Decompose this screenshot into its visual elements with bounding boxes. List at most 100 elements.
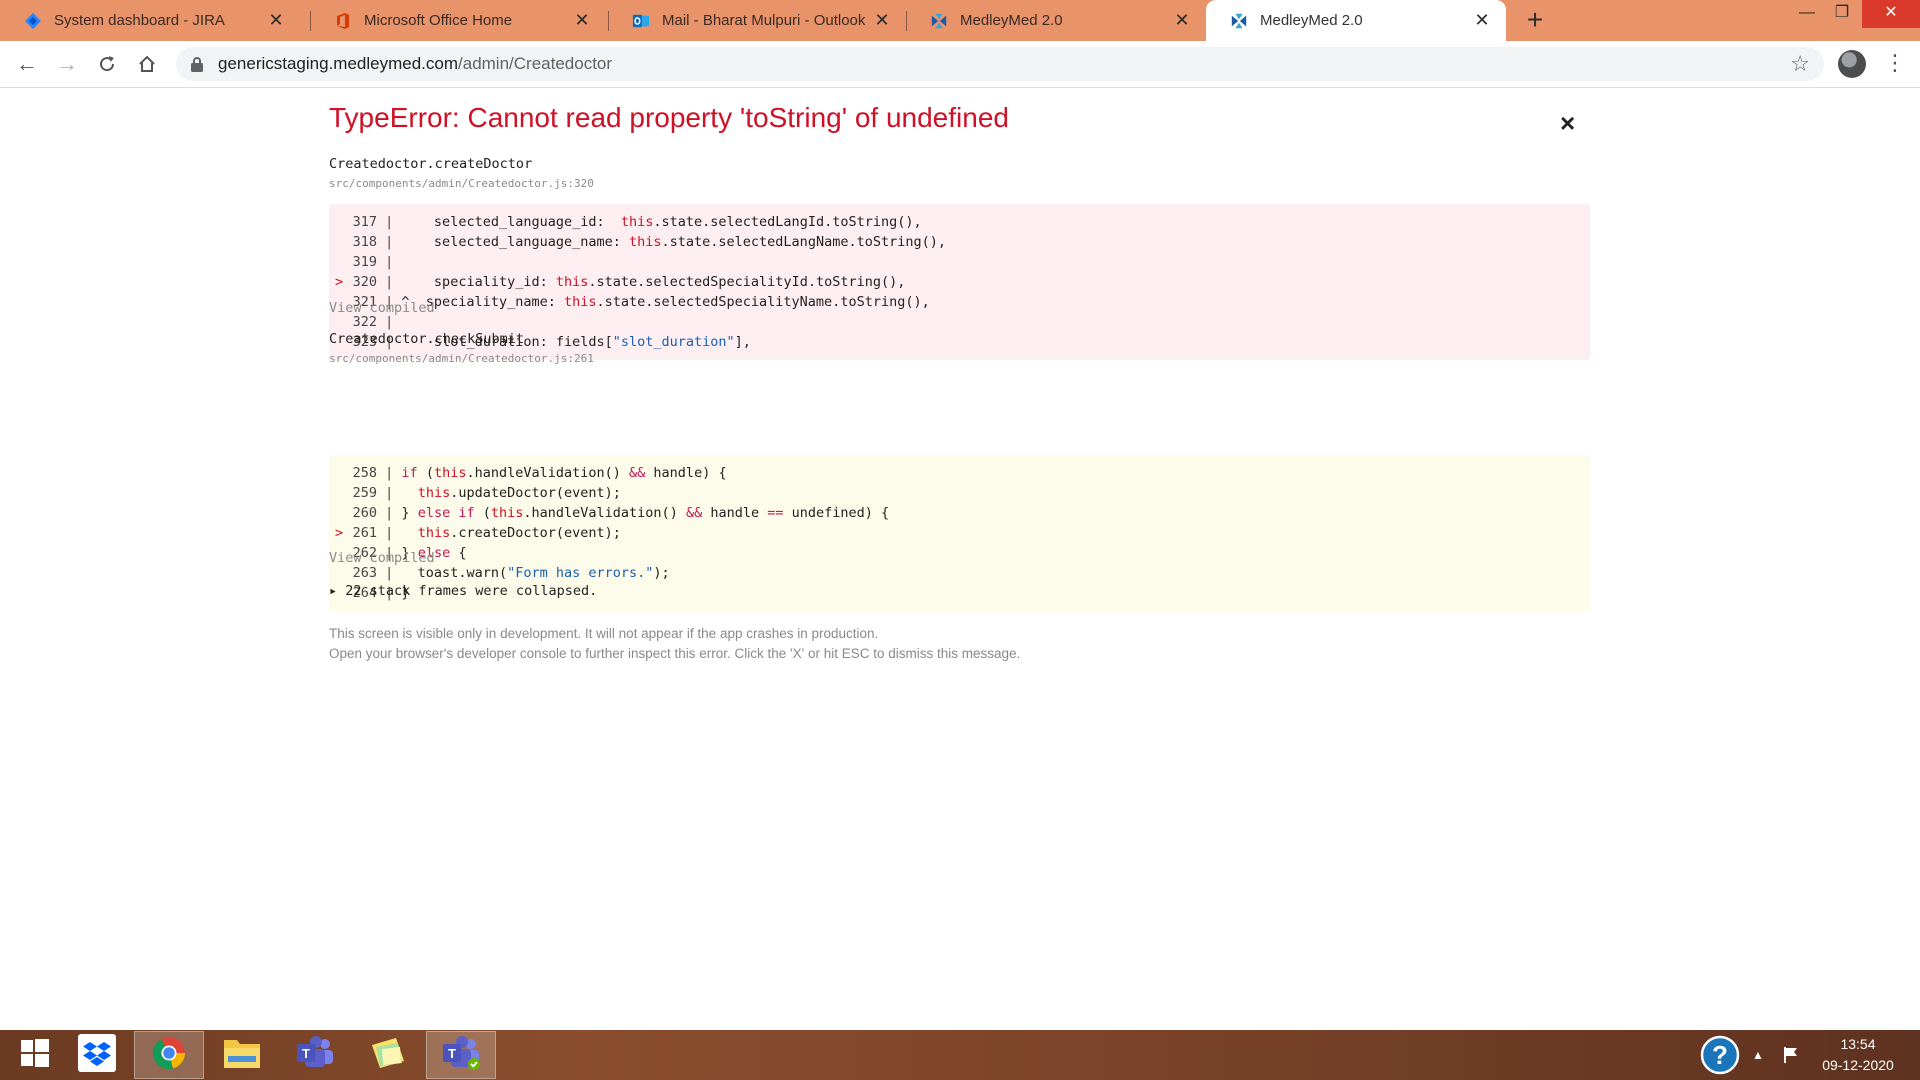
code-line: 322 | (329, 312, 1590, 332)
code-text: this.updateDoctor(event); (417, 485, 621, 501)
taskbar-file-explorer[interactable] (207, 1031, 277, 1079)
code-text: speciality_id: this.state.selectedSpecia… (401, 274, 906, 290)
taskbar-sticky-notes[interactable] (353, 1031, 423, 1079)
close-icon[interactable]: ✕ (572, 10, 592, 31)
error-overlay: TypeError: Cannot read property 'toStrin… (0, 88, 1920, 1030)
tab-jira[interactable]: System dashboard - JIRA ✕ (0, 0, 300, 41)
teams-icon: T (441, 1035, 481, 1076)
office-icon (334, 12, 352, 30)
tab-office[interactable]: Microsoft Office Home ✕ (310, 0, 606, 41)
code-line: 321 | ^ speciality_name: this.state.sele… (329, 292, 1590, 312)
view-compiled-link[interactable]: View compiled (329, 300, 435, 316)
code-text: selected_language_name: this.state.selec… (401, 234, 946, 250)
code-line: 262 | } else { (329, 543, 1590, 563)
tab-medleymed[interactable]: MedleyMed 2.0 ✕ (906, 0, 1206, 41)
clock-time: 13:54 (1840, 1036, 1876, 1052)
taskbar-teams-2[interactable]: T (426, 1031, 496, 1079)
view-compiled-link[interactable]: View compiled (329, 550, 435, 566)
close-icon[interactable]: ✕ (1472, 10, 1492, 31)
code-text: toast.warn("Form has errors."); (401, 565, 670, 581)
tab-title: System dashboard - JIRA (54, 12, 225, 29)
line-number: 318 (352, 234, 377, 250)
help-icon[interactable]: ? (1700, 1030, 1740, 1080)
medleymed-icon (930, 12, 948, 30)
taskbar-dropbox[interactable] (62, 1031, 132, 1079)
code-text: } else if (this.handleValidation() && ha… (401, 505, 890, 521)
collapsed-frames-toggle[interactable]: ▸ 22 stack frames were collapsed. (329, 583, 597, 599)
code-text: ^ speciality_name: this.state.selectedSp… (393, 294, 930, 310)
code-text: if (this.handleValidation() && handle) { (401, 465, 727, 481)
code-line: 260 | } else if (this.handleValidation()… (329, 503, 1590, 523)
svg-text:T: T (448, 1046, 456, 1061)
code-line: 317 | selected_language_id: this.state.s… (329, 212, 1590, 232)
code-line: 319 | (329, 252, 1590, 272)
flag-icon[interactable] (1782, 1030, 1800, 1080)
code-line: 318 | selected_language_name: this.state… (329, 232, 1590, 252)
windows-icon (20, 1038, 50, 1073)
stack-frame-function: Createdoctor.createDoctor (329, 156, 533, 172)
new-tab-button[interactable]: + (1518, 3, 1552, 37)
taskbar-chrome[interactable] (134, 1031, 204, 1079)
stack-frame-file[interactable]: src/components/admin/Createdoctor.js:261 (329, 352, 594, 365)
reload-icon[interactable] (92, 49, 122, 79)
windows-taskbar: T T ? ▲ 13:54 09-12-2020 (0, 1030, 1920, 1080)
tab-medleymed-active[interactable]: MedleyMed 2.0 ✕ (1206, 0, 1506, 41)
line-number: 317 (352, 214, 377, 230)
footnote-dev-only: This screen is visible only in developme… (329, 626, 879, 641)
bookmark-star-icon[interactable]: ☆ (1790, 51, 1810, 77)
close-icon[interactable]: × (1560, 108, 1575, 139)
error-title: TypeError: Cannot read property 'toStrin… (329, 102, 1009, 133)
url-host: genericstaging.medleymed.com (218, 54, 459, 73)
tab-title: MedleyMed 2.0 (960, 12, 1063, 29)
browser-toolbar: ← → genericstaging.medleymed.com/admin/C… (0, 41, 1920, 88)
code-text: this.createDoctor(event); (417, 525, 621, 541)
profile-avatar[interactable] (1838, 50, 1866, 78)
close-icon[interactable]: ✕ (1172, 10, 1192, 31)
footnote-console: Open your browser's developer console to… (329, 646, 1021, 661)
stack-frame-file[interactable]: src/components/admin/Createdoctor.js:320 (329, 177, 594, 190)
line-number: 263 (352, 565, 377, 581)
chrome-icon (151, 1035, 187, 1076)
line-number: 258 (352, 465, 377, 481)
address-bar[interactable]: genericstaging.medleymed.com/admin/Creat… (176, 47, 1824, 81)
sticky-notes-icon (368, 1035, 408, 1076)
close-icon[interactable]: ✕ (266, 10, 286, 31)
line-marker: > (335, 274, 344, 290)
stack-frame-function: Createdoctor.checkSubmit (329, 331, 525, 347)
taskbar-teams[interactable]: T (280, 1031, 350, 1079)
start-button[interactable] (0, 1031, 70, 1079)
folder-icon (222, 1036, 262, 1075)
code-line: 263 | toast.warn("Form has errors."); (329, 563, 1590, 583)
system-clock[interactable]: 13:54 09-12-2020 (1800, 1034, 1916, 1076)
kebab-menu-icon[interactable]: ⋮ (1884, 49, 1906, 79)
forward-icon[interactable]: → (52, 49, 82, 79)
url-text[interactable]: genericstaging.medleymed.com/admin/Creat… (218, 54, 612, 74)
clock-date: 09-12-2020 (1822, 1057, 1894, 1073)
chevron-up-icon[interactable]: ▲ (1752, 1030, 1764, 1080)
line-number: 259 (352, 485, 377, 501)
code-line: 259 | this.updateDoctor(event); (329, 483, 1590, 503)
jira-icon (24, 12, 42, 30)
lock-icon[interactable] (190, 56, 206, 72)
line-marker: > (335, 525, 344, 541)
tab-strip: System dashboard - JIRA ✕ Microsoft Offi… (0, 0, 1920, 41)
medleymed-icon (1230, 12, 1248, 30)
svg-text:?: ? (1712, 1040, 1728, 1070)
code-line: >261 | this.createDoctor(event); (329, 523, 1590, 543)
code-line: 258 | if (this.handleValidation() && han… (329, 463, 1590, 483)
url-path: /admin/Createdoctor (458, 54, 613, 73)
back-icon[interactable]: ← (12, 49, 42, 79)
line-number: 260 (352, 505, 377, 521)
home-icon[interactable] (132, 49, 162, 79)
svg-text:T: T (302, 1046, 310, 1061)
teams-icon: T (295, 1035, 335, 1076)
close-icon[interactable]: ✕ (872, 10, 892, 31)
code-text: selected_language_id: this.state.selecte… (401, 214, 922, 230)
tab-title: Mail - Bharat Mulpuri - Outlook (662, 12, 866, 29)
window-close-button[interactable]: ✕ (1862, 0, 1920, 28)
outlook-icon (632, 12, 650, 30)
line-number: 319 (352, 254, 377, 270)
maximize-button[interactable]: ❐ (1815, 0, 1869, 28)
tab-title: MedleyMed 2.0 (1260, 12, 1363, 29)
tab-outlook[interactable]: Mail - Bharat Mulpuri - Outlook ✕ (608, 0, 906, 41)
